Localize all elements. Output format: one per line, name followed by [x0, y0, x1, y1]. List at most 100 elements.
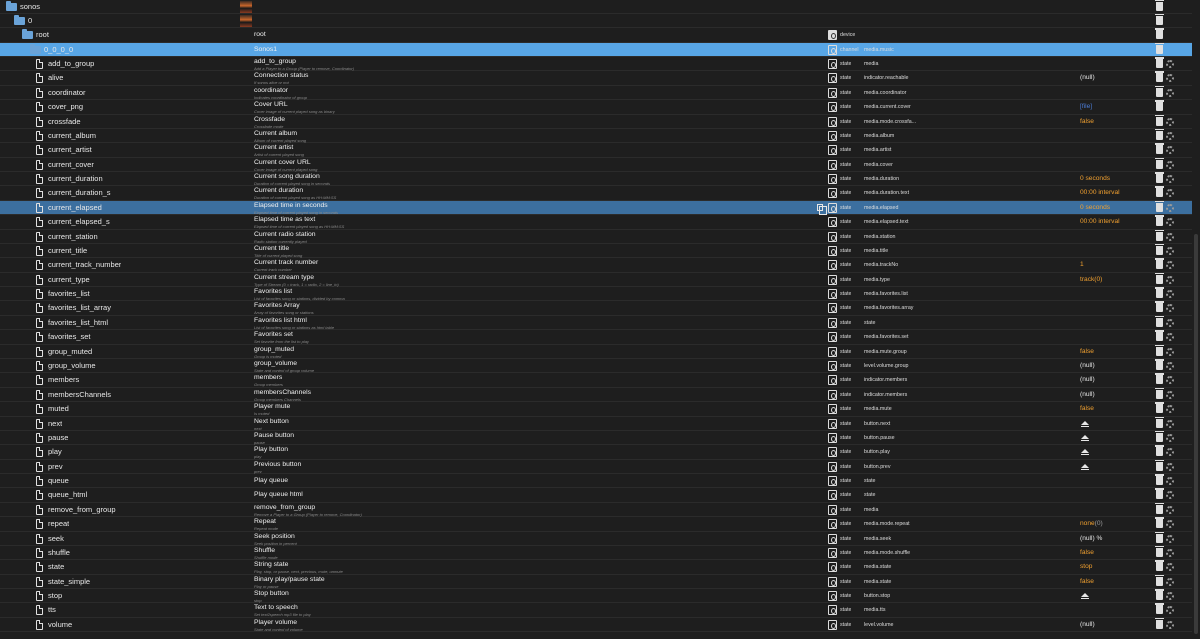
- delete-icon[interactable]: [1155, 57, 1164, 69]
- settings-gear-icon[interactable]: [1166, 548, 1174, 557]
- push-button-icon[interactable]: [1081, 420, 1089, 427]
- settings-gear-icon[interactable]: [1166, 520, 1174, 529]
- tree-row-current_elapsed_s[interactable]: current_elapsed_s Elapsed time as text Ela…: [0, 215, 1192, 230]
- tree-row-crossfade[interactable]: crossfade Crossfade Crossfade mode state med…: [0, 114, 1192, 129]
- tree-row-queue_html[interactable]: queue_html Play queue html state state: [0, 488, 1192, 503]
- object-id[interactable]: sonos: [20, 0, 40, 14]
- tree-row-prev[interactable]: prev Previous button prev state button.prev: [0, 459, 1192, 475]
- folder-icon[interactable]: [22, 29, 33, 40]
- settings-gear-icon[interactable]: [1166, 290, 1174, 299]
- tree-row-shuffle[interactable]: shuffle Shuffle Shuffle mode state media.mod…: [0, 545, 1192, 561]
- delete-icon[interactable]: [1155, 545, 1164, 557]
- settings-gear-icon[interactable]: [1166, 620, 1174, 629]
- delete-icon[interactable]: [1155, 13, 1164, 25]
- settings-gear-icon[interactable]: [1166, 304, 1174, 313]
- object-id[interactable]: add_to_group: [48, 57, 94, 71]
- object-id[interactable]: favorites_list: [48, 287, 90, 301]
- tree-row-favorites_list[interactable]: favorites_list Favorites list List of favo…: [0, 287, 1192, 302]
- object-id[interactable]: current_elapsed: [48, 201, 102, 215]
- tree-row-current_cover[interactable]: current_cover Current cover URL Cover imag…: [0, 157, 1192, 173]
- tree-row-remove_from_group[interactable]: remove_from_group remove_from_group Remove…: [0, 502, 1192, 518]
- object-id[interactable]: 0_0_0_0: [44, 43, 73, 57]
- tree-row-favorites_list_array[interactable]: favorites_list_array Favorites Array Array…: [0, 301, 1192, 316]
- object-value[interactable]: (null) %: [1080, 532, 1150, 546]
- object-value[interactable]: false: [1080, 345, 1150, 359]
- tree-row-tts[interactable]: tts Text to speech Set text2speech mp3 fil…: [0, 603, 1192, 618]
- delete-icon[interactable]: [1155, 517, 1164, 529]
- object-id[interactable]: root: [36, 28, 49, 42]
- delete-icon[interactable]: [1155, 560, 1164, 572]
- object-value[interactable]: track(0): [1080, 273, 1150, 287]
- settings-gear-icon[interactable]: [1166, 592, 1174, 601]
- object-value[interactable]: 1: [1080, 258, 1150, 272]
- delete-icon[interactable]: [1155, 42, 1164, 54]
- settings-gear-icon[interactable]: [1166, 203, 1174, 212]
- settings-gear-icon[interactable]: [1166, 433, 1174, 442]
- object-value[interactable]: false: [1080, 402, 1150, 416]
- tree-row-current_station[interactable]: current_station Current radio station Radi…: [0, 229, 1192, 244]
- object-id[interactable]: next: [48, 417, 62, 431]
- object-value[interactable]: (null): [1080, 359, 1150, 373]
- tree-row-coordinator[interactable]: coordinator coordinator Indicates coordina…: [0, 85, 1192, 101]
- tree-row-group_volume[interactable]: group_volume group_volume State and contro…: [0, 359, 1192, 374]
- settings-gear-icon[interactable]: [1166, 131, 1174, 140]
- delete-icon[interactable]: [1155, 229, 1164, 241]
- delete-icon[interactable]: [1155, 416, 1164, 428]
- settings-gear-icon[interactable]: [1166, 232, 1174, 241]
- tree-row-volume[interactable]: volume Player volume State and control of …: [0, 617, 1192, 633]
- settings-gear-icon[interactable]: [1166, 376, 1174, 385]
- delete-icon[interactable]: [1155, 459, 1164, 471]
- object-id[interactable]: prev: [48, 460, 63, 474]
- scrollbar-thumb[interactable]: [1194, 234, 1198, 634]
- folder-icon[interactable]: [6, 0, 17, 11]
- delete-icon[interactable]: [1155, 143, 1164, 155]
- object-value[interactable]: 00:00 interval: [1080, 215, 1150, 229]
- tree-row-seek[interactable]: seek Seek position Seek position in percen…: [0, 531, 1192, 546]
- delete-icon[interactable]: [1155, 114, 1164, 126]
- delete-icon[interactable]: [1155, 387, 1164, 399]
- settings-gear-icon[interactable]: [1166, 88, 1174, 97]
- folder-icon[interactable]: [14, 14, 25, 25]
- tree-row-state[interactable]: state String state Play, stop, or pause, n…: [0, 560, 1192, 575]
- object-id[interactable]: favorites_list_array: [48, 301, 111, 315]
- delete-icon[interactable]: [1155, 373, 1164, 385]
- object-value[interactable]: false: [1080, 115, 1150, 129]
- object-id[interactable]: muted: [48, 402, 69, 416]
- tree-row-pause[interactable]: pause Pause button pause state button.pause: [0, 430, 1192, 446]
- tree-row-current_album[interactable]: current_album Current album Album of curre…: [0, 128, 1192, 144]
- object-id[interactable]: favorites_set: [48, 330, 91, 344]
- object-id[interactable]: coordinator: [48, 86, 86, 100]
- delete-icon[interactable]: [1155, 28, 1164, 40]
- settings-gear-icon[interactable]: [1166, 419, 1174, 428]
- object-id[interactable]: current_cover: [48, 158, 94, 172]
- object-id[interactable]: group_volume: [48, 359, 96, 373]
- delete-icon[interactable]: [1155, 172, 1164, 184]
- settings-gear-icon[interactable]: [1166, 362, 1174, 370]
- object-id[interactable]: shuffle: [48, 546, 70, 560]
- delete-icon[interactable]: [1155, 445, 1164, 457]
- delete-icon[interactable]: [1155, 402, 1164, 414]
- settings-gear-icon[interactable]: [1166, 146, 1174, 155]
- settings-gear-icon[interactable]: [1166, 563, 1174, 572]
- delete-icon[interactable]: [1155, 531, 1164, 543]
- tree-row-current_type[interactable]: current_type Current stream type Type of S…: [0, 272, 1192, 288]
- object-id[interactable]: members: [48, 373, 79, 387]
- delete-icon[interactable]: [1155, 0, 1164, 11]
- tree-row-sonos[interactable]: sonos: [0, 0, 1192, 14]
- object-id[interactable]: pause: [48, 431, 68, 445]
- object-value[interactable]: false: [1080, 546, 1150, 560]
- settings-gear-icon[interactable]: [1166, 318, 1174, 327]
- delete-icon[interactable]: [1155, 603, 1164, 615]
- delete-icon[interactable]: [1155, 430, 1164, 442]
- settings-gear-icon[interactable]: [1166, 577, 1174, 586]
- delete-icon[interactable]: [1155, 344, 1164, 356]
- copy-icon[interactable]: [817, 203, 827, 215]
- settings-gear-icon[interactable]: [1166, 261, 1174, 270]
- tree-row-root[interactable]: root root device: [0, 28, 1192, 43]
- object-id[interactable]: favorites_list_html: [48, 316, 108, 330]
- object-id[interactable]: play: [48, 445, 62, 459]
- object-value[interactable]: [file]: [1080, 100, 1150, 114]
- delete-icon[interactable]: [1155, 502, 1164, 514]
- object-id[interactable]: crossfade: [48, 115, 81, 129]
- settings-gear-icon[interactable]: [1166, 189, 1174, 198]
